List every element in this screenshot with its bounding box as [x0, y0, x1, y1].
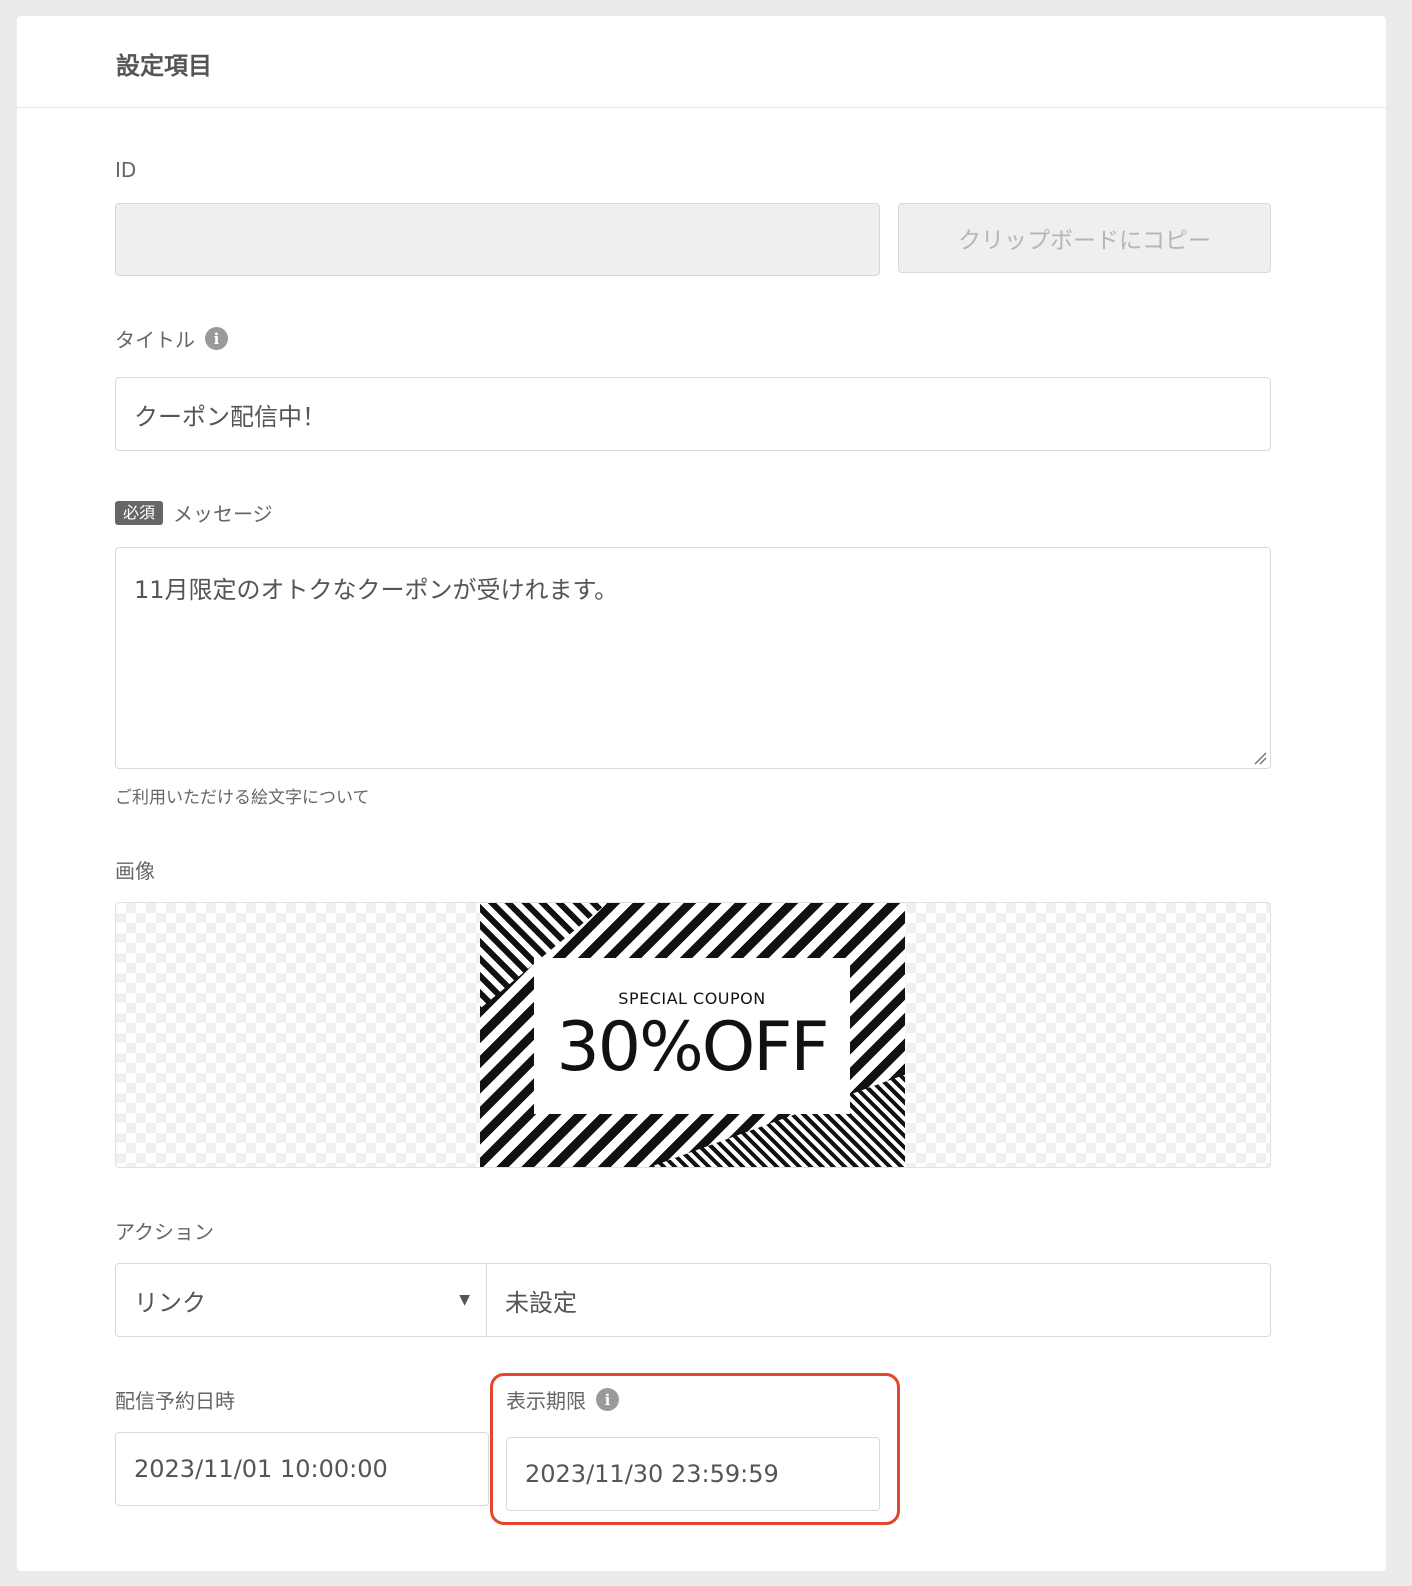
action-target-input[interactable]: 未設定: [486, 1263, 1271, 1337]
title-value: クーポン配信中！: [134, 402, 326, 431]
message-label-text: メッセージ: [173, 502, 273, 526]
message-value: 11月限定のオトクなクーポンが受けれます。: [134, 576, 619, 604]
expiry-label: 表示期限 i: [506, 1385, 619, 1414]
action-type-select[interactable]: リンク ▼: [115, 1263, 487, 1337]
image-label-text: 画像: [115, 859, 155, 883]
coupon-image: SPECIAL COUPON 30%OFF: [480, 903, 905, 1167]
image-label: 画像: [115, 855, 155, 884]
id-label-text: ID: [115, 158, 137, 182]
action-label-text: アクション: [115, 1220, 214, 1244]
card-header: 設定項目: [17, 16, 1386, 108]
coupon-text-box: SPECIAL COUPON 30%OFF: [534, 958, 850, 1114]
action-target-value: 未設定: [505, 1288, 577, 1317]
copy-to-clipboard-button[interactable]: クリップボードにコピー: [898, 203, 1271, 273]
dropdown-arrow-icon: ▼: [459, 1292, 470, 1308]
expiry-datetime-input[interactable]: 2023/11/30 23:59:59: [506, 1437, 880, 1511]
title-input[interactable]: クーポン配信中！: [115, 377, 1271, 451]
expiry-label-text: 表示期限: [506, 1389, 586, 1413]
message-label: 必須 メッセージ: [115, 498, 273, 527]
action-type-value: リンク: [134, 1288, 206, 1317]
coupon-headline: 30%OFF: [556, 1007, 830, 1087]
schedule-label-text: 配信予約日時: [115, 1389, 235, 1413]
schedule-value: 2023/11/01 10:00:00: [134, 1455, 388, 1483]
image-preview[interactable]: SPECIAL COUPON 30%OFF: [115, 902, 1271, 1168]
schedule-label: 配信予約日時: [115, 1385, 235, 1414]
title-label-text: タイトル: [115, 328, 195, 352]
resize-handle-icon[interactable]: [1253, 751, 1267, 765]
emoji-help-link[interactable]: ご利用いただける絵文字について: [115, 783, 370, 808]
settings-card: 設定項目 ID クリップボードにコピー タイトル i クーポン配信中！ 必須 メ…: [17, 16, 1386, 1571]
action-label: アクション: [115, 1216, 214, 1245]
info-icon[interactable]: i: [205, 327, 228, 350]
title-label: タイトル i: [115, 324, 228, 353]
id-label: ID: [115, 158, 136, 182]
page-title: 設定項目: [116, 52, 212, 80]
message-textarea[interactable]: 11月限定のオトクなクーポンが受けれます。: [115, 547, 1271, 769]
coupon-subtitle: SPECIAL COUPON: [618, 988, 766, 1008]
info-icon[interactable]: i: [596, 1388, 619, 1411]
required-badge: 必須: [115, 500, 164, 525]
schedule-datetime-input[interactable]: 2023/11/01 10:00:00: [115, 1432, 489, 1506]
expiry-value: 2023/11/30 23:59:59: [525, 1460, 779, 1488]
id-field[interactable]: [115, 203, 880, 276]
